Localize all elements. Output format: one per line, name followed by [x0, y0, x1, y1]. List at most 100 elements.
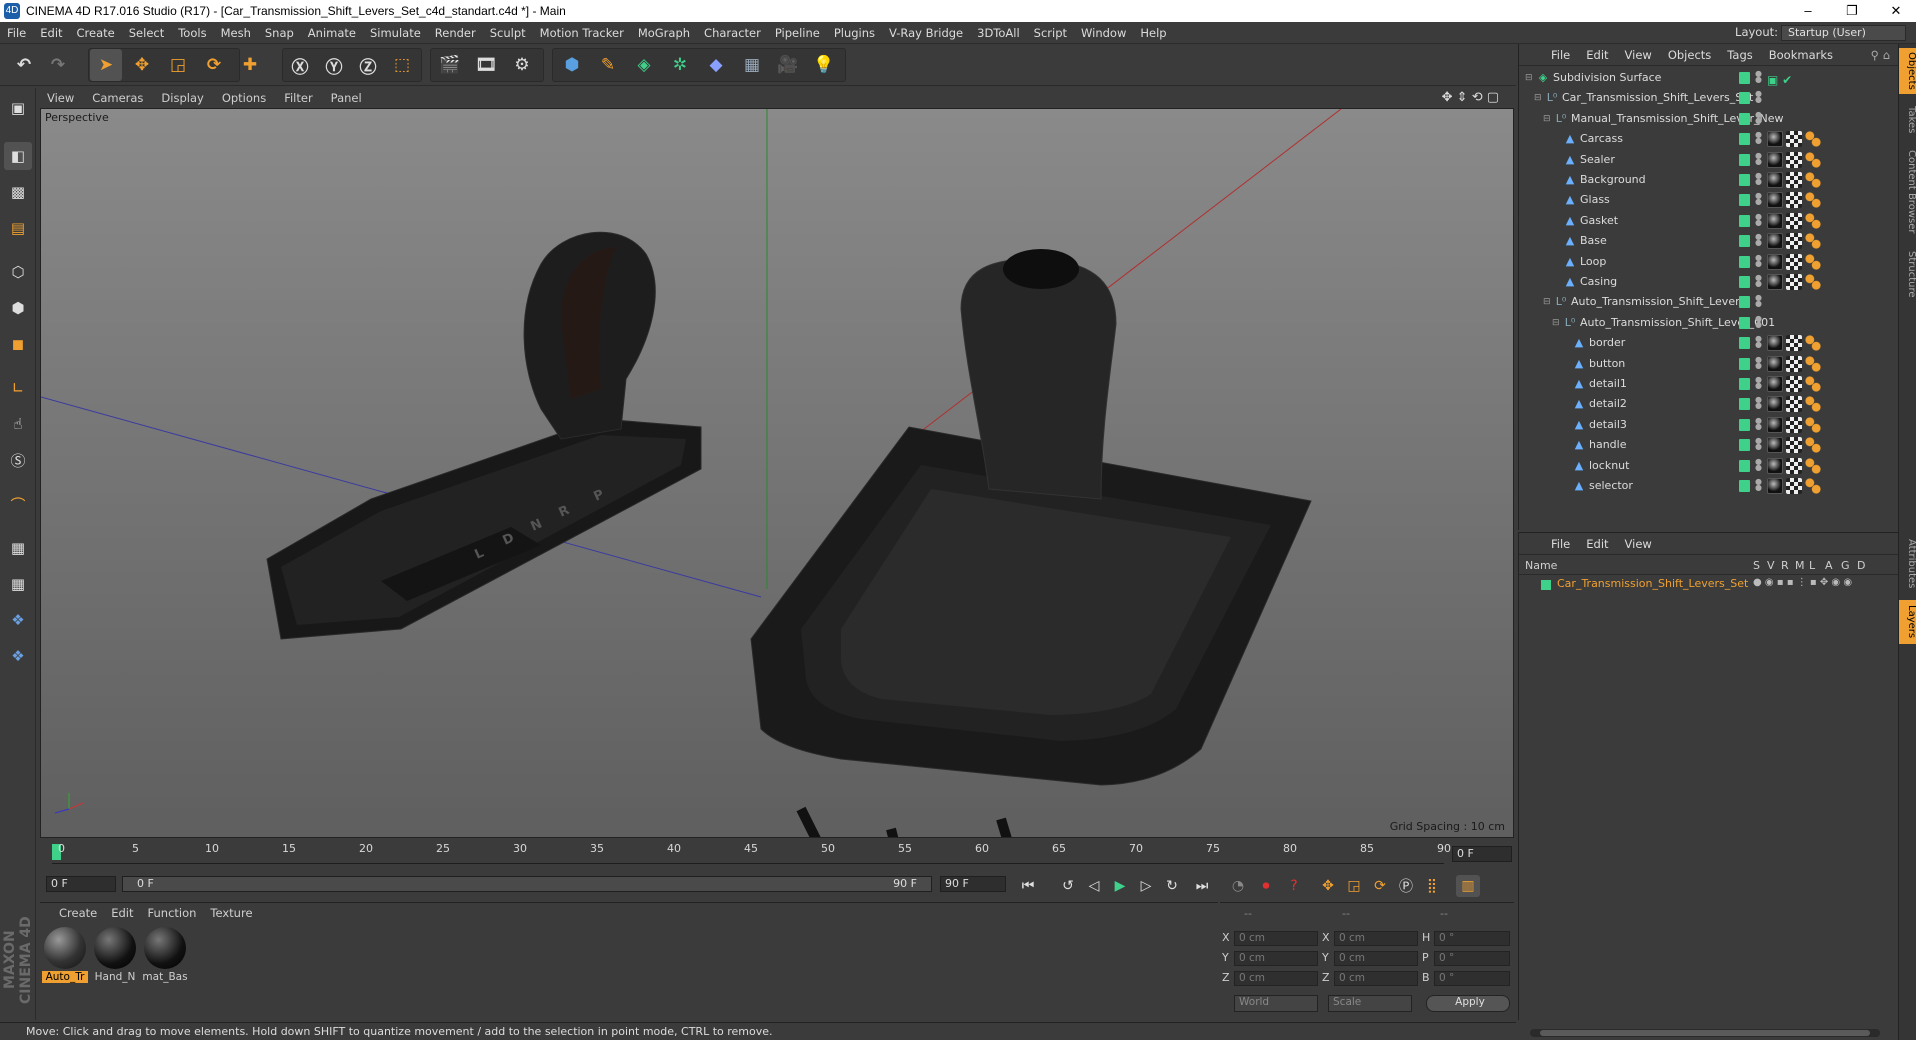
layout-select[interactable]: Startup (User) [1781, 25, 1906, 41]
object-row[interactable]: ▲ Loop ● ● [1519, 252, 1899, 272]
render-visibility-dots[interactable]: ● ● [1755, 314, 1762, 330]
object-name[interactable]: Casing [1580, 272, 1617, 292]
object-row[interactable]: ▲ Casing ● ● [1519, 272, 1899, 292]
material-tag-icon[interactable] [1767, 355, 1783, 372]
object-name[interactable]: Background [1580, 170, 1646, 190]
uvw-tag-icon[interactable] [1786, 131, 1802, 148]
menu-create[interactable]: Create [70, 26, 122, 40]
preview-range-slider[interactable]: 0 F 90 F [122, 876, 932, 892]
uvw-tag-icon[interactable] [1786, 172, 1802, 188]
scale-mode-select[interactable]: Scale [1328, 995, 1412, 1012]
visibility-layer-swatch[interactable] [1739, 418, 1750, 431]
visibility-layer-swatch[interactable] [1739, 235, 1750, 248]
object-name[interactable]: Loop [1580, 252, 1606, 272]
phong-tag-icon[interactable] [1805, 274, 1821, 290]
object-name[interactable]: selector [1589, 476, 1633, 496]
cloner-icon[interactable]: ✲ [664, 49, 696, 81]
material-tag-icon[interactable] [1767, 335, 1783, 352]
material-swatch[interactable]: mat_Bas [142, 927, 188, 983]
uvw-tag-icon[interactable] [1786, 355, 1802, 372]
render-visibility-dots[interactable]: ● ● [1755, 478, 1762, 493]
object-name[interactable]: Sealer [1580, 150, 1615, 170]
render-visibility-dots[interactable]: ● ● [1755, 416, 1762, 432]
y-axis-lock-icon[interactable]: Ⓨ [318, 49, 350, 81]
phong-tag-icon[interactable] [1805, 253, 1821, 270]
object-row[interactable]: ⊟ L⁰ Car_Transmission_Shift_Levers_Set ● ● [1519, 88, 1899, 108]
menu-3dtoall[interactable]: 3DToAll [970, 26, 1027, 40]
material-tag-icon[interactable] [1767, 233, 1783, 250]
render-visibility-dots[interactable]: ● ● [1755, 335, 1762, 350]
render-visibility-dots[interactable]: ● ● [1755, 110, 1762, 126]
object-name[interactable]: Carcass [1580, 129, 1623, 149]
select-arrow-icon[interactable]: ➤ [90, 49, 122, 81]
material-tag-icon[interactable] [1767, 376, 1783, 392]
live-selection-icon[interactable]: ✚ [234, 49, 266, 81]
timeline-view-icon[interactable]: ▥ [1456, 875, 1480, 897]
material-tag-icon[interactable] [1767, 151, 1783, 168]
visibility-layer-swatch[interactable] [1739, 72, 1750, 84]
visibility-layer-swatch[interactable] [1739, 480, 1750, 492]
layer-menu-file[interactable]: File [1543, 537, 1578, 551]
rotation-h-field[interactable]: 0 ° [1434, 931, 1510, 946]
menu-file[interactable]: File [0, 26, 33, 40]
viewport-menu-options[interactable]: Options [213, 91, 275, 105]
viewport-menu-panel[interactable]: Panel [322, 91, 371, 105]
texture-mode-icon[interactable]: ▩ [4, 178, 32, 206]
uvw-tag-icon[interactable] [1786, 437, 1802, 454]
end-frame-field[interactable]: 90 F [940, 876, 1006, 892]
render-visibility-dots[interactable]: ● ● [1755, 212, 1762, 228]
render-visibility-dots[interactable]: ● ● [1755, 457, 1762, 473]
frame-ruler[interactable]: 0 5 10 15 20 25 30 35 40 45 50 55 60 65 … [52, 842, 1451, 864]
render-visibility-dots[interactable]: ● ● [1755, 131, 1762, 146]
previous-frame-icon[interactable]: ◁ [1082, 875, 1106, 897]
visibility-layer-swatch[interactable] [1739, 296, 1750, 309]
menu-script[interactable]: Script [1027, 26, 1074, 40]
menu-pipeline[interactable]: Pipeline [768, 26, 827, 40]
material-swatch[interactable]: Hand_N [92, 927, 138, 983]
visibility-layer-swatch[interactable] [1739, 92, 1750, 105]
rotation-b-field[interactable]: 0 ° [1434, 971, 1510, 986]
menu-sculpt[interactable]: Sculpt [483, 26, 533, 40]
object-name[interactable]: Car_Transmission_Shift_Levers_Set [1562, 88, 1753, 108]
material-menu-function[interactable]: Function [141, 906, 204, 920]
start-frame-field[interactable]: 0 F [46, 876, 116, 892]
layer-toggle-icons[interactable]: ● ◉ ▪ ▪ ⋮ ▪ ✥ ◉ ◉ [1753, 577, 1852, 588]
render-visibility-dots[interactable]: ● ● [1755, 396, 1762, 411]
enabled-check-icon[interactable]: ▣ ✔ [1767, 70, 1792, 87]
visibility-layer-swatch[interactable] [1739, 133, 1750, 146]
rotation-p-field[interactable]: 0 ° [1434, 951, 1510, 966]
key-scale-icon[interactable]: ◲ [1342, 875, 1366, 897]
material-tag-icon[interactable] [1767, 396, 1783, 413]
object-name[interactable]: border [1589, 333, 1625, 353]
visibility-layer-swatch[interactable] [1739, 112, 1750, 125]
layer-color-swatch[interactable] [1541, 580, 1551, 590]
visibility-layer-swatch[interactable] [1739, 378, 1750, 390]
coordinate-system-icon[interactable]: ⬚ [386, 49, 418, 81]
layer-menu-edit[interactable]: Edit [1578, 537, 1616, 551]
menu-mograph[interactable]: MoGraph [631, 26, 697, 40]
go-to-end-icon[interactable]: ⏭ [1190, 875, 1214, 897]
visibility-layer-swatch[interactable] [1739, 194, 1750, 207]
material-tag-icon[interactable] [1767, 212, 1783, 229]
object-row[interactable]: ▲ Carcass ● ● [1519, 129, 1899, 149]
position-x-field[interactable]: 0 cm [1234, 931, 1318, 946]
object-row[interactable]: ▲ detail3 ● ● [1519, 415, 1899, 435]
layer-menu-view[interactable]: View [1617, 537, 1660, 551]
visibility-layer-swatch[interactable] [1739, 337, 1750, 350]
object-row[interactable]: ▲ handle ● ● [1519, 435, 1899, 455]
size-y-field[interactable]: 0 cm [1334, 951, 1418, 966]
expand-toggle-icon[interactable]: ⊟ [1552, 313, 1560, 333]
visibility-layer-swatch[interactable] [1739, 439, 1750, 452]
material-tag-icon[interactable] [1767, 192, 1783, 209]
next-frame-icon[interactable]: ▷ [1134, 875, 1158, 897]
menu-window[interactable]: Window [1074, 26, 1133, 40]
visibility-layer-swatch[interactable] [1739, 357, 1750, 370]
play-forward-icon[interactable]: ▶ [1108, 875, 1132, 897]
restore-button[interactable]: ❐ [1834, 0, 1870, 22]
deformer-icon[interactable]: ◆ [700, 49, 732, 81]
side-tab-structure[interactable]: Structure [1899, 244, 1916, 304]
tweak-mode-icon[interactable]: ☝ [4, 410, 32, 438]
material-tag-icon[interactable] [1767, 457, 1783, 474]
python-script-icon[interactable]: ❖ [4, 606, 32, 634]
menu-motion-tracker[interactable]: Motion Tracker [533, 26, 631, 40]
